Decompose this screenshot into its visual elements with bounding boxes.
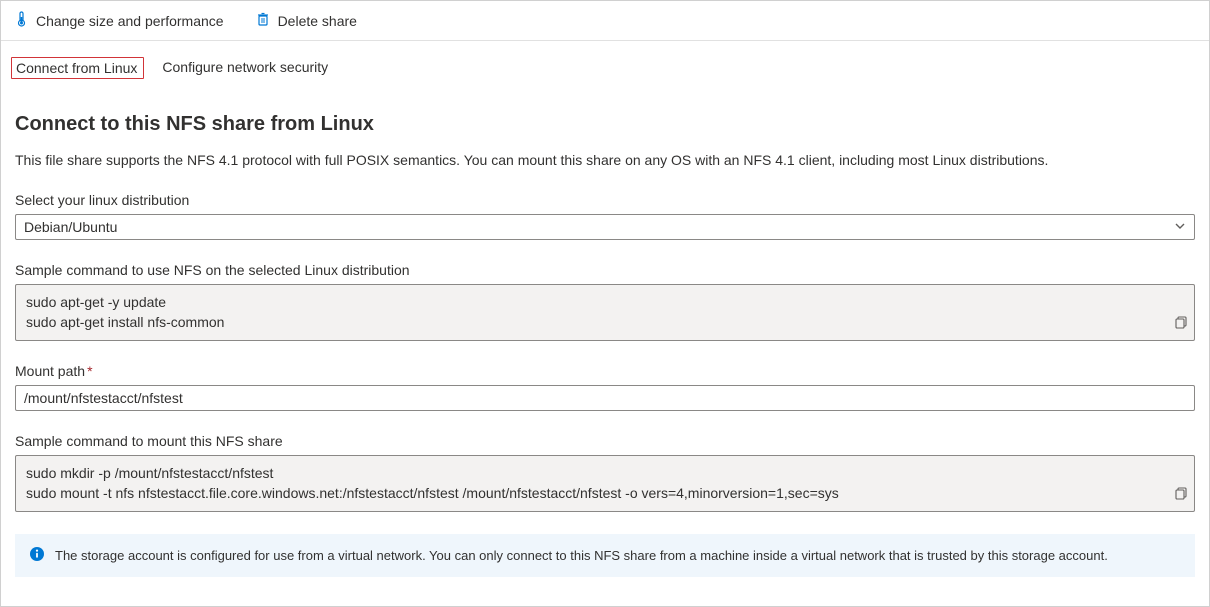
info-banner-text: The storage account is configured for us… bbox=[55, 548, 1108, 563]
distro-label: Select your linux distribution bbox=[15, 192, 1195, 208]
mount-path-label: Mount path* bbox=[15, 363, 1195, 379]
copy-install-cmd-button[interactable] bbox=[1174, 315, 1188, 335]
toolbar: Change size and performance Delete share bbox=[1, 1, 1209, 41]
info-banner: The storage account is configured for us… bbox=[15, 534, 1195, 577]
page-description: This file share supports the NFS 4.1 pro… bbox=[15, 152, 1195, 168]
delete-share-label: Delete share bbox=[278, 13, 357, 29]
install-cmd-label: Sample command to use NFS on the selecte… bbox=[15, 262, 1195, 278]
required-star: * bbox=[87, 363, 92, 379]
tabs: Connect from Linux Configure network sec… bbox=[1, 41, 1209, 85]
mount-cmd-label: Sample command to mount this NFS share bbox=[15, 433, 1195, 449]
delete-share-button[interactable]: Delete share bbox=[256, 12, 357, 30]
distro-select[interactable]: Debian/Ubuntu bbox=[15, 214, 1195, 240]
trash-icon bbox=[256, 12, 270, 30]
mount-cmd-panel: sudo mkdir -p /mount/nfstestacct/nfstest… bbox=[15, 455, 1195, 512]
mount-path-input[interactable] bbox=[15, 385, 1195, 411]
change-size-label: Change size and performance bbox=[36, 13, 224, 29]
distro-selected-value: Debian/Ubuntu bbox=[24, 219, 117, 235]
page-title: Connect to this NFS share from Linux bbox=[15, 113, 1195, 136]
tab-configure-network-security[interactable]: Configure network security bbox=[162, 59, 328, 85]
install-cmd-panel: sudo apt-get -y update sudo apt-get inst… bbox=[15, 284, 1195, 341]
info-icon bbox=[29, 546, 45, 565]
copy-mount-cmd-button[interactable] bbox=[1174, 486, 1188, 506]
chevron-down-icon bbox=[1174, 219, 1186, 235]
install-cmd-text: sudo apt-get -y update sudo apt-get inst… bbox=[26, 294, 224, 330]
mount-cmd-text: sudo mkdir -p /mount/nfstestacct/nfstest… bbox=[26, 465, 839, 501]
tab-connect-from-linux[interactable]: Connect from Linux bbox=[11, 57, 144, 79]
change-size-button[interactable]: Change size and performance bbox=[15, 11, 224, 30]
thermometer-icon bbox=[15, 11, 28, 30]
